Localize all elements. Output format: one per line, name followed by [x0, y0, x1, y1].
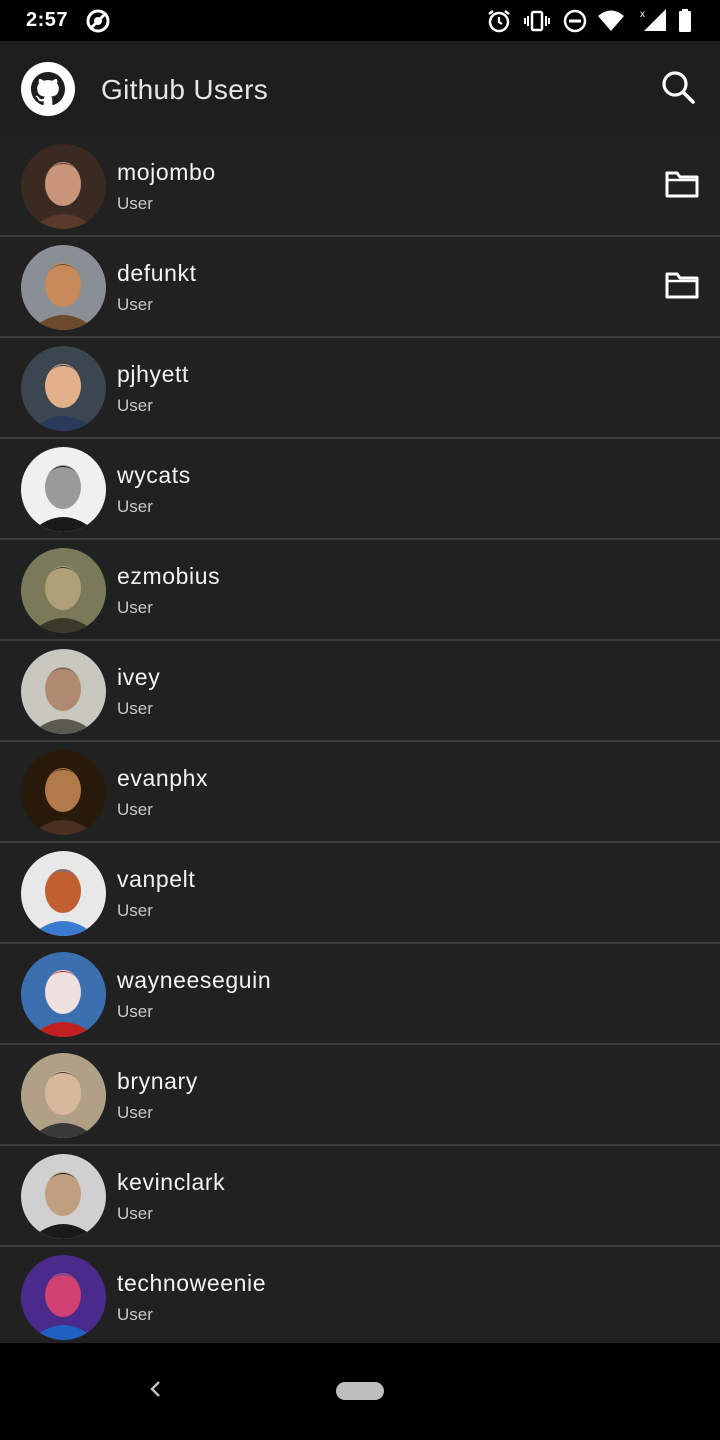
status-bar: 2:57 x — [0, 0, 720, 41]
avatar — [21, 750, 106, 835]
user-login: mojombo — [117, 159, 216, 185]
list-item[interactable]: vanpelt User — [0, 843, 720, 944]
user-login: technoweenie — [117, 1270, 267, 1296]
home-button[interactable] — [336, 1382, 384, 1400]
repositories-button[interactable] — [660, 267, 704, 307]
alarm-icon — [486, 8, 512, 34]
navigation-bar — [0, 1343, 720, 1440]
user-type: User — [117, 1204, 153, 1223]
dnd-icon — [562, 8, 588, 34]
avatar — [21, 447, 106, 532]
list-item[interactable]: technoweenie User — [0, 1247, 720, 1343]
no-disturb-circle-icon — [85, 8, 111, 34]
avatar — [21, 144, 106, 229]
folder-icon — [664, 269, 700, 306]
user-login: ivey — [117, 664, 161, 690]
avatar — [21, 1255, 106, 1340]
wifi-icon — [597, 8, 624, 34]
user-type: User — [117, 295, 153, 314]
list-item[interactable]: defunkt User — [0, 237, 720, 338]
search-button[interactable] — [652, 63, 704, 115]
list-item[interactable]: ezmobius User — [0, 540, 720, 641]
status-time: 2:57 — [26, 9, 69, 31]
svg-text:x: x — [640, 9, 645, 20]
list-item[interactable]: evanphx User — [0, 742, 720, 843]
user-login: kevinclark — [117, 1169, 226, 1195]
avatar — [21, 952, 106, 1037]
user-login: pjhyett — [117, 361, 189, 387]
list-item[interactable]: pjhyett User — [0, 338, 720, 439]
user-type: User — [117, 598, 153, 617]
user-list: mojombo User defunkt User pjhyett User wycats U… — [0, 136, 720, 1343]
avatar — [21, 1053, 106, 1138]
folder-icon — [664, 168, 700, 205]
app-bar: Github Users — [0, 41, 720, 136]
avatar — [21, 346, 106, 431]
avatar — [21, 851, 106, 936]
user-type: User — [117, 194, 153, 213]
battery-icon — [676, 8, 702, 34]
list-item[interactable]: kevinclark User — [0, 1146, 720, 1247]
list-item[interactable]: wayneeseguin User — [0, 944, 720, 1045]
user-type: User — [117, 396, 153, 415]
list-item[interactable]: ivey User — [0, 641, 720, 742]
list-item[interactable]: brynary User — [0, 1045, 720, 1146]
user-type: User — [117, 1002, 153, 1021]
avatar — [21, 1154, 106, 1239]
user-type: User — [117, 497, 153, 516]
avatar — [21, 649, 106, 734]
page-title: Github Users — [101, 74, 268, 105]
avatar — [21, 548, 106, 633]
user-login: wayneeseguin — [117, 967, 272, 993]
user-type: User — [117, 1103, 153, 1122]
user-login: ezmobius — [117, 563, 221, 589]
user-type: User — [117, 699, 153, 718]
user-type: User — [117, 800, 153, 819]
avatar — [21, 245, 106, 330]
user-login: vanpelt — [117, 866, 196, 892]
vibrate-icon — [524, 8, 550, 34]
back-button[interactable] — [140, 1373, 170, 1409]
list-item[interactable]: mojombo User — [0, 136, 720, 237]
user-type: User — [117, 1305, 153, 1324]
user-login: wycats — [117, 462, 191, 488]
signal-icon: x — [640, 8, 666, 34]
user-login: defunkt — [117, 260, 197, 286]
user-login: evanphx — [117, 765, 209, 791]
github-octocat-icon — [20, 61, 76, 117]
back-chevron-icon — [147, 1377, 163, 1406]
user-type: User — [117, 901, 153, 920]
user-login: brynary — [117, 1068, 198, 1094]
repositories-button[interactable] — [660, 166, 704, 206]
list-item[interactable]: wycats User — [0, 439, 720, 540]
search-icon — [660, 69, 696, 110]
